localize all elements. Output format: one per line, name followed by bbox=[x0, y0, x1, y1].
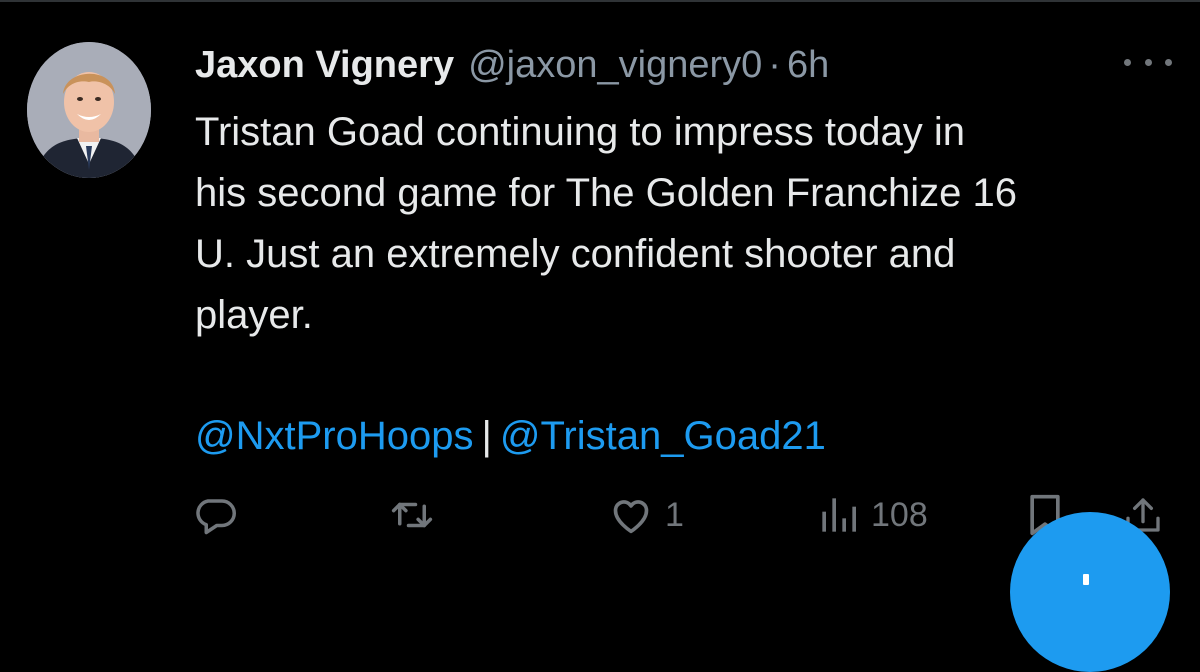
retweet-icon bbox=[391, 502, 433, 528]
action-bar: 1 108 bbox=[0, 485, 1200, 545]
retweet-button[interactable] bbox=[388, 485, 436, 545]
compose-button[interactable] bbox=[1010, 512, 1170, 672]
avatar[interactable] bbox=[27, 42, 151, 178]
mention-link[interactable]: @NxtProHoops bbox=[195, 414, 473, 458]
header-separator: · bbox=[768, 43, 781, 86]
like-count: 1 bbox=[665, 495, 684, 534]
tweet-text-line: his second game for The Golden Franchize… bbox=[195, 171, 1017, 215]
tweet-text-line: player. bbox=[195, 293, 313, 337]
display-name[interactable]: Jaxon Vignery bbox=[195, 44, 454, 87]
like-button[interactable]: 1 bbox=[609, 485, 684, 545]
more-options-icon[interactable] bbox=[1124, 52, 1172, 72]
tweet-header: Jaxon Vignery @jaxon_vignery0 · 6h bbox=[195, 40, 829, 90]
timestamp[interactable]: 6h bbox=[787, 44, 829, 87]
avatar-photo bbox=[27, 42, 151, 178]
tweet-text: Tristan Goad continuing to impress today… bbox=[195, 102, 1170, 346]
top-divider bbox=[0, 0, 1200, 2]
mention-separator: | bbox=[481, 414, 492, 458]
reply-icon bbox=[196, 499, 236, 535]
views-chart-icon bbox=[822, 498, 856, 532]
reply-button[interactable] bbox=[194, 485, 236, 545]
compose-icon bbox=[1083, 574, 1089, 585]
tweet-text-line: U. Just an extremely confident shooter a… bbox=[195, 232, 956, 276]
heart-icon bbox=[613, 500, 649, 534]
user-handle[interactable]: @jaxon_vignery0 bbox=[468, 44, 762, 87]
mentions-line: @NxtProHoops | @Tristan_Goad21 bbox=[195, 406, 826, 467]
mention-link[interactable]: @Tristan_Goad21 bbox=[500, 414, 826, 458]
tweet-text-line: Tristan Goad continuing to impress today… bbox=[195, 110, 966, 154]
views-count: 108 bbox=[871, 495, 928, 534]
views-button[interactable]: 108 bbox=[819, 485, 928, 545]
